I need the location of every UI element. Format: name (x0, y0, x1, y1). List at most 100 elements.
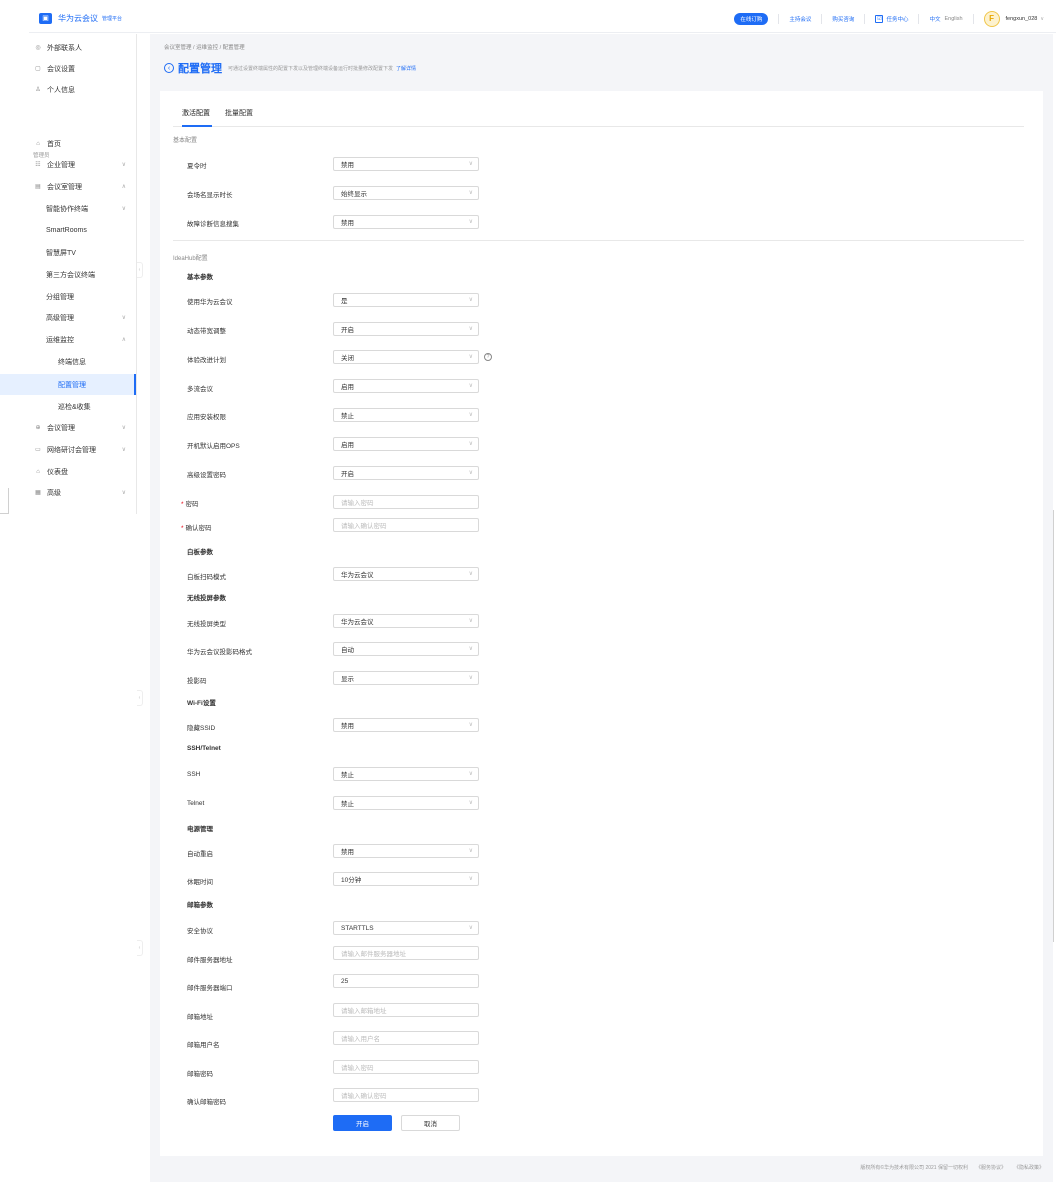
chevron-down-icon: ∨ (468, 876, 473, 882)
diagnostics-select[interactable]: 禁用 ∨ (333, 215, 479, 229)
group-ssh-telnet: SSH/Telnet (187, 745, 221, 752)
telnet-select[interactable]: 禁止 ∨ (333, 796, 479, 810)
chevron-down-icon: ∨ (468, 925, 473, 931)
sidebar-item-dashboard[interactable]: ⌂ 仪表盘 (0, 461, 136, 482)
sidebar-item-inspection[interactable]: 巡检&收集 (0, 396, 136, 417)
host-meeting-link[interactable]: 主持会议 (789, 15, 811, 23)
projection-code-format-select[interactable]: 自动 ∨ (333, 642, 479, 656)
sidebar-item-terminal-info[interactable]: 终端信息 (0, 351, 136, 372)
tab-activation-config[interactable]: 激活配置 (182, 108, 212, 127)
avatar[interactable]: F (983, 10, 1000, 27)
select-value: 显示 (341, 676, 354, 683)
dst-select[interactable]: 禁用 ∨ (333, 157, 479, 171)
mail-server-port-field[interactable]: 25 (333, 974, 479, 988)
advanced-password-select[interactable]: 开启 ∨ (333, 466, 479, 480)
sidebar-item-smart-terminal[interactable]: 智能协作终端 ∨ (0, 198, 136, 219)
sidebar-item-enterprise[interactable]: ☷ 企业管理 ∨ (0, 154, 136, 175)
sidebar-item-advanced[interactable]: ▦ 高级 ∨ (0, 482, 136, 503)
service-agreement-link[interactable]: 《服务协议》 (976, 1164, 1006, 1171)
learn-more-link[interactable]: 了解详情 (396, 65, 416, 72)
sidebar-item-meeting-management[interactable]: ⊕ 会议管理 ∨ (0, 417, 136, 438)
sidebar-item-smartrooms[interactable]: SmartRooms (0, 220, 136, 241)
mail-confirm-password-field[interactable]: 请输入确认密码 (333, 1088, 479, 1102)
privacy-policy-link[interactable]: 《隐私政策》 (1014, 1164, 1044, 1171)
lang-english[interactable]: English (944, 16, 962, 22)
wireless-type-select[interactable]: 华为云会议 ∨ (333, 614, 479, 628)
site-name-duration-select[interactable]: 始终显示 ∨ (333, 186, 479, 200)
task-icon: ☑ (875, 14, 884, 23)
experience-improvement-select[interactable]: 关闭 ∨ (333, 350, 479, 364)
collapse-sidebar-handle[interactable]: ‹ (137, 940, 143, 956)
collapse-sidebar-handle[interactable]: ‹ (137, 262, 143, 278)
mail-server-address-field[interactable]: 请输入邮件服务器地址 (333, 946, 479, 960)
mail-address-field[interactable]: 请输入邮箱地址 (333, 1003, 479, 1017)
chevron-down-icon: ∨ (468, 722, 473, 728)
page-title: 配置管理 (178, 63, 222, 75)
select-value: 华为云会议 (341, 619, 374, 626)
select-value: 自动 (341, 647, 354, 654)
hide-ssid-select[interactable]: 禁用 ∨ (333, 718, 479, 732)
group-wireless-params: 无线投屏参数 (187, 595, 226, 602)
chevron-down-icon: ∨ (468, 470, 473, 476)
select-value: 启用 (341, 384, 354, 391)
sidebar-item-smart-tv[interactable]: 智慧屏TV (0, 242, 136, 263)
username[interactable]: fengxun_028 (1006, 16, 1038, 22)
sidebar-item-profile[interactable]: ♙ 个人信息 (0, 79, 136, 100)
field-label: 高级设置密码 (187, 472, 226, 479)
settings-icon: ▢ (35, 66, 41, 72)
ops-default-select[interactable]: 启用 ∨ (333, 437, 479, 451)
task-center-label: 任务中心 (886, 16, 909, 23)
select-value: STARTTLS (341, 924, 374, 932)
app-install-permission-select[interactable]: 禁止 ∨ (333, 408, 479, 422)
dynamic-bandwidth-select[interactable]: 开启 ∨ (333, 322, 479, 336)
chevron-down-icon: ∨ (121, 447, 126, 453)
sidebar-item-third-party[interactable]: 第三方会议终端 (0, 264, 136, 285)
security-protocol-select[interactable]: STARTTLS ∨ (333, 921, 479, 935)
auto-restart-select[interactable]: 禁用 ∨ (333, 844, 479, 858)
enable-button[interactable]: 开启 (333, 1115, 392, 1131)
sidebar-item-meeting-settings[interactable]: ▢ 会议设置 (0, 58, 136, 79)
field-label: 邮件服务器端口 (187, 985, 233, 992)
sidebar-item-label: 网络研讨会管理 (47, 446, 96, 454)
back-icon[interactable]: ‹ (164, 63, 174, 73)
sidebar-item-room-management[interactable]: ▤ 会议室管理 ∧ (0, 176, 136, 197)
task-center-link[interactable]: ☑ 任务中心 (875, 14, 909, 23)
required-mark: * (181, 525, 184, 532)
sidebar-item-contacts[interactable]: ◎ 外部联系人 (0, 37, 136, 58)
help-icon[interactable]: ? (484, 353, 492, 361)
group-whiteboard-params: 白板参数 (187, 549, 213, 556)
sidebar-item-config-management[interactable]: 配置管理 (0, 374, 136, 395)
whiteboard-scan-select[interactable]: 华为云会议 ∨ (333, 567, 479, 581)
collapse-sidebar-handle[interactable]: ‹ (137, 690, 143, 706)
ssh-select[interactable]: 禁止 ∨ (333, 767, 479, 781)
divider (918, 13, 920, 24)
sleep-time-select[interactable]: 10分钟 ∨ (333, 872, 479, 886)
mail-username-field[interactable]: 请输入用户名 (333, 1031, 479, 1045)
tab-batch-config[interactable]: 批量配置 (225, 108, 253, 118)
sidebar-item-ops-monitoring[interactable]: 运维监控 ∧ (0, 329, 136, 350)
sidebar-item-groups[interactable]: 分组管理 (0, 286, 136, 307)
field-label: 休眠时间 (187, 879, 213, 886)
sidebar-item-label: 分组管理 (46, 293, 74, 301)
multistream-select[interactable]: 启用 ∨ (333, 379, 479, 393)
confirm-password-field[interactable]: 请输入确认密码 (333, 518, 479, 532)
use-huawei-cloud-select[interactable]: 是 ∨ (333, 293, 479, 307)
sidebar-item-home[interactable]: ⌂ 首页 (0, 133, 136, 154)
divider (864, 13, 866, 24)
online-order-button[interactable]: 在线订购 (734, 12, 769, 25)
projection-code-select[interactable]: 显示 ∨ (333, 671, 479, 685)
logo[interactable]: ▣ 华为云会议 管理平台 (39, 13, 122, 24)
dashboard-icon: ⌂ (36, 468, 40, 475)
password-field[interactable]: 请输入密码 (333, 495, 479, 509)
select-value: 禁止 (341, 772, 354, 779)
tab-underline (182, 125, 212, 127)
select-value: 开启 (341, 471, 354, 478)
sidebar-item-webinar[interactable]: ▭ 网络研讨会管理 ∨ (0, 439, 136, 460)
cancel-button[interactable]: 取消 (401, 1115, 460, 1131)
buy-consult-link[interactable]: 购买咨询 (832, 15, 854, 23)
mail-password-field[interactable]: 请输入密码 (333, 1060, 479, 1074)
chevron-down-icon[interactable]: ∨ (1040, 16, 1044, 22)
chevron-down-icon: ∨ (468, 646, 473, 652)
sidebar-item-advanced-management[interactable]: 高级管理 ∨ (0, 307, 136, 328)
lang-chinese[interactable]: 中文 (929, 15, 940, 23)
